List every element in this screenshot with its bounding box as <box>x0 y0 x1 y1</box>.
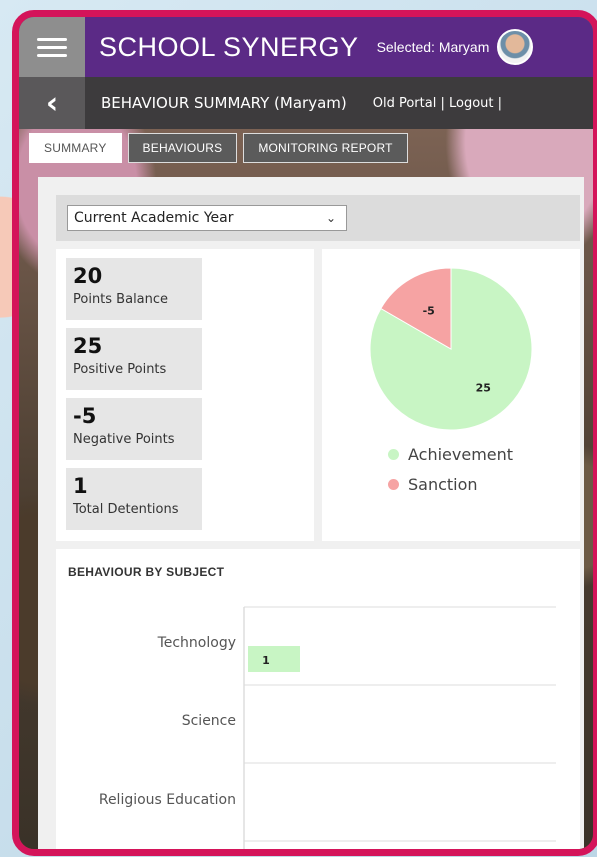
tab-bar: SUMMARY BEHAVIOURS MONITORING REPORT <box>29 133 408 163</box>
pie-chart: 25 -5 <box>369 267 533 431</box>
legend-item-achievement[interactable]: Achievement <box>388 445 513 464</box>
stat-positive-points: 25 Positive Points <box>66 328 202 390</box>
stats-box: 20 Points Balance 25 Positive Points -5 … <box>56 249 314 541</box>
hamburger-icon[interactable] <box>19 17 85 77</box>
behaviour-by-subject-box: BEHAVIOUR BY SUBJECT 1 Technology Scienc… <box>56 549 580 849</box>
stat-label: Negative Points <box>73 432 175 447</box>
stat-label: Positive Points <box>73 362 167 377</box>
academic-year-value: Current Academic Year <box>74 210 234 226</box>
app-frame: SCHOOL SYNERGY Selected: Maryam ‹ BEHAVI… <box>12 10 597 856</box>
chevron-left-icon[interactable]: ‹ <box>19 77 85 129</box>
stat-value: 25 <box>73 334 103 358</box>
subject-label-technology: Technology <box>157 635 236 651</box>
portal-links[interactable]: Old Portal | Logout | <box>373 96 502 111</box>
selected-student[interactable]: Selected: Maryam <box>377 39 490 55</box>
filter-row: Current Academic Year ⌄ <box>56 195 580 241</box>
legend-label: Achievement <box>408 445 514 464</box>
subject-label-science: Science <box>181 713 236 729</box>
stat-label: Points Balance <box>73 292 169 307</box>
sub-header: ‹ BEHAVIOUR SUMMARY (Maryam) Old Portal … <box>19 77 593 129</box>
pie-legend: Achievement Sanction <box>388 445 513 505</box>
academic-year-select[interactable]: Current Academic Year ⌄ <box>67 205 347 231</box>
content-panel: Current Academic Year ⌄ 20 Points Balanc… <box>38 177 584 849</box>
legend-label: Sanction <box>408 475 478 494</box>
stat-value: 20 <box>73 264 103 288</box>
subject-bar[interactable] <box>248 646 300 672</box>
bar-data-label: 1 <box>262 654 270 667</box>
stat-points-balance: 20 Points Balance <box>66 258 202 320</box>
tab-summary[interactable]: SUMMARY <box>29 133 122 163</box>
tab-monitoring-report[interactable]: MONITORING REPORT <box>243 133 408 163</box>
pie-data-label: 25 <box>476 382 491 395</box>
pie-chart-box: 25 -5 Achievement Sanction <box>322 249 580 541</box>
legend-dot-sanction <box>388 479 399 490</box>
legend-item-sanction[interactable]: Sanction <box>388 475 513 494</box>
student-avatar[interactable] <box>497 29 534 65</box>
page-title: BEHAVIOUR SUMMARY (Maryam) <box>101 94 347 112</box>
legend-dot-achievement <box>388 449 399 460</box>
tab-behaviours[interactable]: BEHAVIOURS <box>127 133 238 163</box>
pie-data-label: -5 <box>423 304 435 317</box>
chevron-down-icon: ⌄ <box>325 211 336 225</box>
top-bar: SCHOOL SYNERGY Selected: Maryam <box>19 17 593 77</box>
brand-title: SCHOOL SYNERGY <box>99 31 359 62</box>
stat-total-detentions: 1 Total Detentions <box>66 468 202 530</box>
subject-bar-chart: 1 <box>243 606 556 849</box>
stat-label: Total Detentions <box>73 502 179 517</box>
stat-value: -5 <box>73 404 97 428</box>
subject-label-religious-education: Religious Education <box>98 792 236 808</box>
stat-negative-points: -5 Negative Points <box>66 398 202 460</box>
stat-value: 1 <box>73 474 88 498</box>
